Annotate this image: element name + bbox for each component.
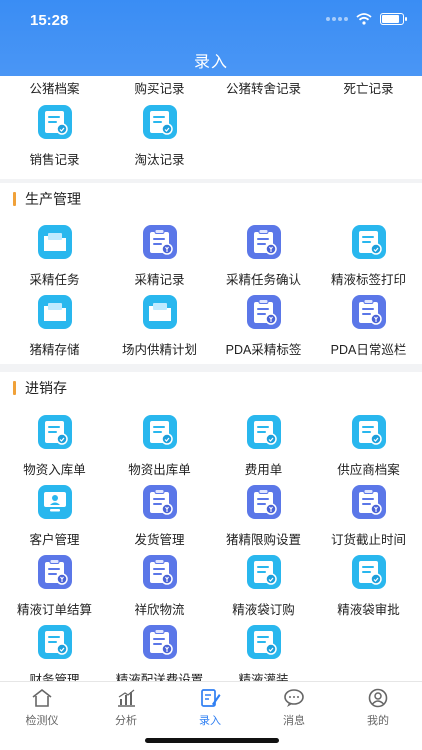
signal-icon	[326, 17, 348, 21]
document-icon	[37, 414, 73, 450]
document-icon	[246, 554, 282, 590]
menu-item-pda-patrol[interactable]: PDA日常巡栏	[316, 294, 421, 358]
clipboard-icon	[142, 554, 178, 590]
menu-item-order-cutoff[interactable]: 订货截止时间	[316, 484, 421, 548]
home-icon	[32, 688, 52, 707]
document-icon	[246, 414, 282, 450]
menu-item-material-outbound[interactable]: 物资出库单	[107, 414, 212, 478]
document-icon	[351, 554, 387, 590]
wifi-icon	[356, 13, 372, 25]
menu-item-bag-order[interactable]: 精液袋订购	[211, 554, 316, 618]
clipboard-icon	[246, 224, 282, 260]
section-title: 生产管理	[13, 191, 81, 207]
tab-entry[interactable]: 录入	[168, 688, 252, 728]
clipboard-icon	[142, 624, 178, 660]
menu-item-boar-archive[interactable]: 公猪档案	[2, 78, 107, 97]
tab-messages[interactable]: 消息	[252, 688, 336, 728]
section-title: 进销存	[13, 380, 67, 396]
tab-detector[interactable]: 检测仪	[0, 688, 84, 728]
menu-item-semen-storage[interactable]: 猪精存储	[2, 294, 107, 358]
menu-item-filling[interactable]: 精液灌装	[211, 624, 316, 681]
menu-item-death-record[interactable]: 死亡记录	[316, 78, 421, 97]
battery-icon	[380, 13, 407, 25]
menu-item-sales-record[interactable]: 销售记录	[2, 104, 107, 168]
user-icon	[368, 688, 388, 708]
menu-item-shipping[interactable]: 发货管理	[107, 484, 212, 548]
menu-item-supply-plan[interactable]: 场内供精计划	[107, 294, 212, 358]
menu-item-collection-record[interactable]: 采精记录	[107, 224, 212, 288]
status-icons	[326, 13, 407, 25]
menu-item-bag-approval[interactable]: 精液袋审批	[316, 554, 421, 618]
section-accent-bar	[13, 192, 16, 206]
edit-icon	[201, 689, 221, 707]
clipboard-icon	[351, 484, 387, 520]
folder-icon	[142, 294, 178, 330]
app-header: 15:28 录入	[0, 0, 422, 76]
menu-item-pda-label[interactable]: PDA采精标签	[211, 294, 316, 358]
clipboard-icon	[246, 294, 282, 330]
status-time: 15:28	[30, 12, 69, 29]
page-title: 录入	[193, 54, 228, 71]
chat-icon	[284, 689, 304, 707]
folder-icon	[37, 294, 73, 330]
folder-icon	[37, 224, 73, 260]
clipboard-icon	[351, 294, 387, 330]
menu-item-customer[interactable]: 客户管理	[2, 484, 107, 548]
menu-item-finance[interactable]: 财务管理	[2, 624, 107, 681]
clipboard-icon	[142, 484, 178, 520]
section-accent-bar	[13, 381, 16, 395]
inventory-section: 进销存 物资入库单 物资出库单 费用单 供应商档案 客户管理 发货管理 猪精限购…	[0, 372, 422, 681]
menu-item-expense[interactable]: 费用单	[211, 414, 316, 478]
document-icon	[37, 104, 73, 140]
document-icon	[37, 624, 73, 660]
menu-item-purchase-limit[interactable]: 猪精限购设置	[211, 484, 316, 548]
menu-item-purchase-record[interactable]: 购买记录	[107, 78, 212, 97]
production-section: 生产管理 采精任务 采精记录 采精任务确认 精液标签打印 猪精存储 场内供精计划…	[0, 183, 422, 364]
tab-analysis[interactable]: 分析	[84, 688, 168, 728]
document-icon	[246, 624, 282, 660]
menu-item-collection-task[interactable]: 采精任务	[2, 224, 107, 288]
menu-item-delivery-fee[interactable]: 精液配送费设置	[107, 624, 212, 681]
monitor-icon	[37, 484, 73, 520]
menu-item-boar-transfer[interactable]: 公猪转舍记录	[211, 78, 316, 97]
menu-item-order-settlement[interactable]: 精液订单结算	[2, 554, 107, 618]
bar-chart-icon	[118, 689, 135, 707]
tab-profile[interactable]: 我的	[336, 688, 420, 728]
menu-item-supplier[interactable]: 供应商档案	[316, 414, 421, 478]
clipboard-icon	[246, 484, 282, 520]
menu-item-label-print[interactable]: 精液标签打印	[316, 224, 421, 288]
menu-item-material-inbound[interactable]: 物资入库单	[2, 414, 107, 478]
document-icon	[351, 224, 387, 260]
menu-item-logistics[interactable]: 祥欣物流	[107, 554, 212, 618]
archive-section: 公猪档案 购买记录 公猪转舍记录 死亡记录 销售记录 淘汰记录	[0, 76, 422, 179]
clipboard-icon	[37, 554, 73, 590]
document-icon	[142, 414, 178, 450]
menu-item-collection-confirm[interactable]: 采精任务确认	[211, 224, 316, 288]
document-icon	[351, 414, 387, 450]
clipboard-icon	[142, 224, 178, 260]
home-indicator	[145, 738, 279, 743]
menu-item-cull-record[interactable]: 淘汰记录	[107, 104, 212, 168]
document-icon	[142, 104, 178, 140]
